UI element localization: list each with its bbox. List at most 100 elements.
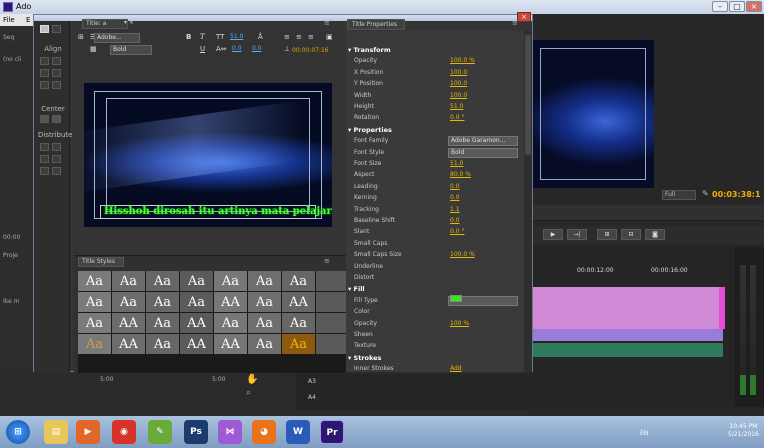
font-style-select[interactable]: Bold [110, 45, 152, 55]
property-row[interactable]: Fill Type [346, 295, 526, 307]
property-row[interactable]: Distort [346, 273, 526, 284]
title-style-swatch[interactable]: Aa [214, 313, 247, 333]
fill-color-swatch[interactable] [450, 295, 462, 302]
font-size-value[interactable]: 51.0 [230, 33, 243, 40]
align-center-icon[interactable] [52, 57, 61, 65]
align-text-center-icon[interactable]: ≡ [296, 33, 302, 41]
property-value[interactable]: 51.0 [450, 103, 463, 110]
background-timecode[interactable]: 00:00:07:16 [292, 47, 329, 54]
properties-menu-icon[interactable]: ≡ [512, 19, 518, 27]
property-row[interactable]: Inner Strokes Add [346, 364, 526, 372]
property-value[interactable]: 100.0 % [450, 57, 475, 64]
property-row[interactable]: Font Family Adobe Garamon... [346, 136, 526, 147]
panel-menu-icon[interactable]: ≡ [324, 19, 330, 27]
word-icon[interactable]: W [286, 420, 310, 444]
property-value[interactable]: 0.0 [450, 183, 460, 190]
property-row[interactable]: Height 51.0 [346, 102, 526, 113]
rotation-tool-icon[interactable] [52, 25, 61, 33]
title-style-swatch[interactable]: Aa [214, 271, 247, 291]
title-style-swatch[interactable]: Aa [112, 292, 145, 312]
video-clip[interactable] [533, 287, 723, 329]
wrench-icon[interactable]: ✎ [702, 189, 709, 198]
audio-clip[interactable] [533, 343, 723, 357]
menu-edit[interactable]: E [26, 16, 30, 24]
title-style-swatch[interactable]: Aa [248, 271, 281, 291]
property-value[interactable]: 100 % [450, 320, 469, 327]
property-value[interactable]: Add [450, 365, 462, 372]
property-dropdown[interactable]: Bold [448, 147, 518, 158]
title-style-swatch[interactable]: Aa [112, 271, 145, 291]
tab-menu-icon[interactable]: ▾ × [124, 19, 134, 29]
title-style-swatch[interactable]: AA [282, 292, 315, 312]
property-row[interactable]: Opacity 100 % [346, 319, 526, 330]
font-family-select[interactable]: Adobe... [94, 33, 140, 43]
property-value[interactable]: 0.0 ° [450, 114, 464, 121]
title-text-box[interactable]: Hisshoh dirosah itu artinya mata pelajar… [100, 205, 332, 219]
media-player-icon[interactable]: ▶ [76, 420, 100, 444]
property-row[interactable]: ▾ Properties [346, 125, 526, 136]
property-dropdown[interactable]: Adobe Garamon... [448, 136, 518, 147]
title-style-swatch[interactable]: Aa [78, 292, 111, 312]
title-style-swatch[interactable]: Aa [248, 292, 281, 312]
title-clip[interactable] [533, 329, 723, 341]
title-style-swatch[interactable]: Aa [78, 271, 111, 291]
title-style-swatch[interactable]: Aa [180, 271, 213, 291]
property-row[interactable]: Font Size 51.0 [346, 159, 526, 170]
title-style-swatch[interactable]: AA [214, 292, 247, 312]
firefox-icon[interactable]: ◕ [252, 420, 276, 444]
align-text-right-icon[interactable]: ≡ [308, 33, 314, 41]
track-a4[interactable]: A4 [308, 394, 316, 401]
property-value[interactable]: 100.0 [450, 92, 467, 99]
title-style-swatch[interactable]: Aa [248, 313, 281, 333]
title-style-swatch[interactable]: Aa [282, 334, 315, 354]
selection-tool-icon[interactable] [40, 25, 49, 33]
title-style-swatch[interactable]: AA [180, 313, 213, 333]
minimize-button[interactable]: – [712, 1, 728, 12]
styles-menu-icon[interactable]: ≡ [324, 257, 330, 265]
property-row[interactable]: Width 100.0 [346, 91, 526, 102]
title-style-swatch[interactable]: Aa [78, 313, 111, 333]
title-style-swatch[interactable]: AA [112, 313, 145, 333]
underline-icon[interactable]: U [200, 45, 205, 53]
distribute-1-icon[interactable] [40, 143, 49, 151]
property-row[interactable]: ▾ Fill [346, 284, 526, 295]
title-designer-tab[interactable]: Title: a [82, 19, 128, 29]
maximize-button[interactable]: □ [729, 1, 745, 12]
title-style-swatch[interactable]: Aa [146, 271, 179, 291]
track-a3[interactable]: A3 [308, 378, 316, 385]
align-right-icon[interactable] [40, 81, 49, 89]
title-style-swatch[interactable]: Aa [146, 334, 179, 354]
insert-icon[interactable]: ⊞ [597, 229, 617, 240]
title-canvas[interactable]: Hisshoh dirosah itu artinya mata pelajar… [84, 83, 332, 227]
property-row[interactable]: ▾ Transform [346, 45, 526, 56]
align-left-icon[interactable] [40, 57, 49, 65]
title-style-swatch[interactable] [316, 292, 349, 312]
templates-icon[interactable]: ▦ [90, 45, 97, 53]
property-row[interactable]: Small Caps Size 100.0 % [346, 250, 526, 261]
step-forward-icon[interactable]: →| [567, 229, 587, 240]
align-top-icon[interactable] [40, 69, 49, 77]
store-icon[interactable]: ◉ [112, 420, 136, 444]
property-row[interactable]: Color [346, 307, 526, 318]
property-row[interactable]: X Position 100.0 [346, 68, 526, 79]
property-value[interactable]: 100.0 [450, 80, 467, 87]
title-properties-tab[interactable]: Title Properties [347, 19, 405, 30]
property-row[interactable]: Rotation 0.0 ° [346, 113, 526, 124]
title-style-swatch[interactable] [316, 313, 349, 333]
title-style-swatch[interactable]: Aa [146, 313, 179, 333]
property-row[interactable]: Leading 0.0 [346, 182, 526, 193]
title-styles-tab[interactable]: Title Styles [78, 257, 124, 267]
hand-tool-icon[interactable]: ✋ [246, 374, 258, 385]
premiere-taskbar-icon[interactable]: Pr [320, 420, 344, 444]
title-style-swatch[interactable] [316, 334, 349, 354]
title-style-swatch[interactable]: Aa [248, 334, 281, 354]
distribute-4-icon[interactable] [52, 155, 61, 163]
property-row[interactable]: Slant 0.0 ° [346, 227, 526, 238]
align-bottom-icon[interactable] [52, 81, 61, 89]
kerning-value[interactable]: 0.0 [232, 45, 242, 52]
new-title-icon[interactable]: ⊞ [78, 33, 84, 41]
title-style-swatch[interactable]: AA [214, 334, 247, 354]
distribute-6-icon[interactable] [52, 167, 61, 175]
property-row[interactable]: ▾ Strokes [346, 353, 526, 364]
leading-value[interactable]: 0.0 [252, 45, 262, 52]
